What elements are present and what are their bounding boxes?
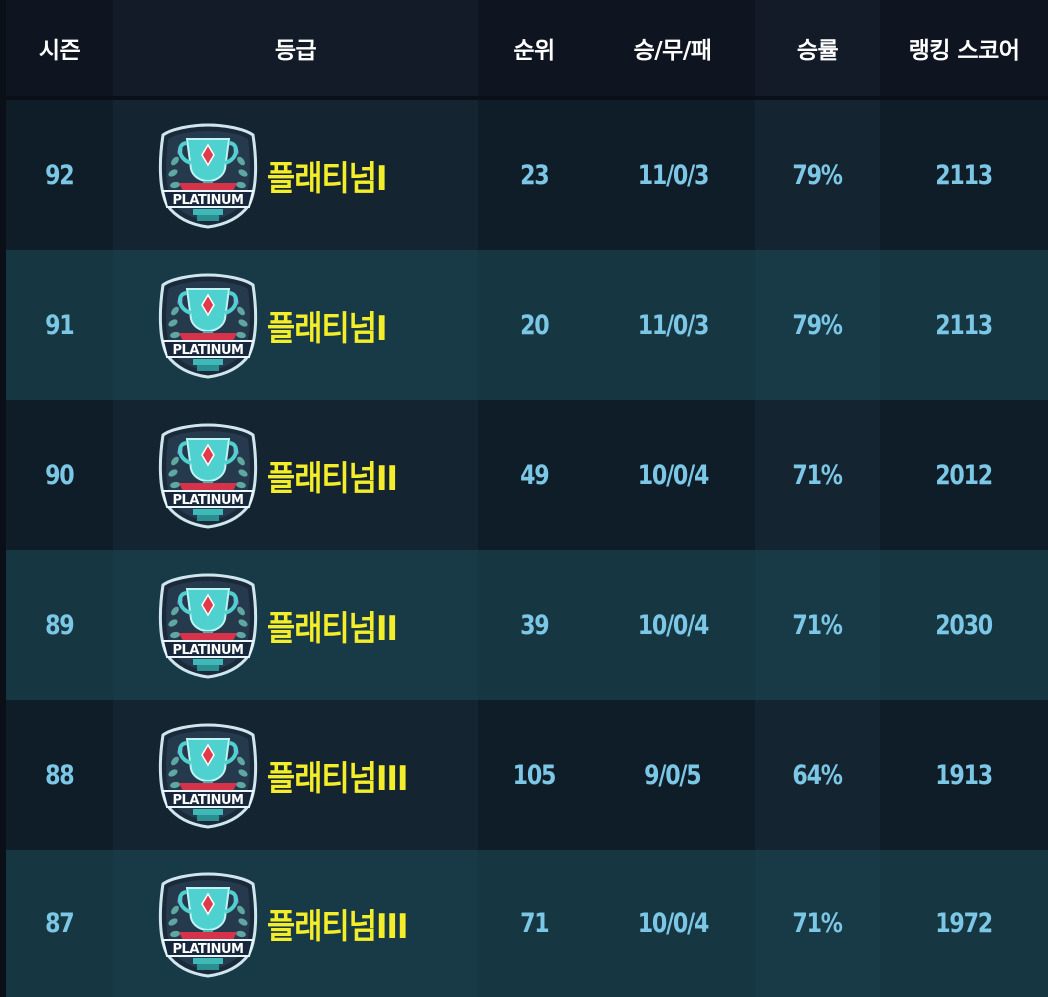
grade-label: 플래티넘III (267, 758, 408, 799)
platinum-emblem-icon (153, 421, 263, 529)
season-number: 90 (45, 459, 75, 491)
table-header: 시즌 등급 순위 승/무/패 승률 랭킹 스코어 (6, 0, 1048, 96)
season-history-table: 시즌 등급 순위 승/무/패 승률 랭킹 스코어 92 플래티넘I 23 11/… (6, 0, 1048, 997)
header-win-rate: 승률 (755, 0, 880, 96)
platinum-emblem-icon (153, 121, 263, 229)
record-value: 11/0/3 (637, 159, 709, 191)
ranking-score-value: 2030 (935, 609, 994, 641)
grade-label: 플래티넘I (267, 158, 387, 199)
platinum-emblem-icon (153, 571, 263, 679)
ranking-score-value: 2113 (935, 159, 994, 191)
grade-label: 플래티넘III (267, 907, 408, 947)
table-row: 91 플래티넘I 20 11/0/3 79% 2113 (6, 250, 1048, 400)
ranking-score-value: 2012 (935, 459, 994, 491)
header-season: 시즌 (6, 0, 113, 96)
record-value: 10/0/4 (637, 908, 709, 939)
rank-value: 20 (519, 309, 550, 341)
header-rank: 순위 (478, 0, 590, 96)
header-ranking-score: 랭킹 스코어 (880, 0, 1048, 96)
table-row: 88 플래티넘III 105 9/0/5 64% 1913 (6, 700, 1048, 850)
header-record: 승/무/패 (590, 0, 755, 96)
table-row: 89 플래티넘II 39 10/0/4 71% 2030 (6, 550, 1048, 700)
ranking-score-value: 1972 (935, 908, 994, 939)
record-value: 10/0/4 (637, 459, 709, 491)
season-number: 91 (45, 309, 75, 341)
grade-label: 플래티넘II (267, 458, 398, 499)
grade-label: 플래티넘I (267, 308, 387, 349)
season-number: 87 (45, 908, 75, 939)
table-row: 87 플래티넘III 71 10/0/4 71% 1972 (6, 850, 1048, 997)
win-rate-value: 79% (792, 309, 844, 341)
season-number: 92 (45, 159, 75, 191)
rank-value: 105 (512, 759, 557, 791)
platinum-emblem-icon (153, 870, 263, 978)
table-row: 90 플래티넘II 49 10/0/4 71% 2012 (6, 400, 1048, 550)
rank-value: 71 (519, 908, 550, 939)
header-grade: 등급 (113, 0, 478, 96)
record-value: 11/0/3 (637, 309, 709, 341)
win-rate-value: 64% (792, 759, 844, 791)
ranking-score-value: 1913 (935, 759, 994, 791)
record-value: 9/0/5 (644, 759, 701, 791)
win-rate-value: 71% (792, 908, 844, 939)
rank-value: 23 (519, 159, 550, 191)
table-row: 92 플래티넘I 23 11/0/3 79% 2113 (6, 100, 1048, 250)
record-value: 10/0/4 (637, 609, 709, 641)
win-rate-value: 79% (792, 159, 844, 191)
platinum-emblem-icon (153, 271, 263, 379)
rank-value: 49 (519, 459, 550, 491)
platinum-emblem-icon (153, 721, 263, 829)
grade-label: 플래티넘II (267, 608, 398, 649)
season-number: 89 (45, 609, 75, 641)
rank-value: 39 (519, 609, 550, 641)
season-number: 88 (45, 759, 75, 791)
win-rate-value: 71% (792, 459, 844, 491)
win-rate-value: 71% (792, 609, 844, 641)
ranking-score-value: 2113 (935, 309, 994, 341)
